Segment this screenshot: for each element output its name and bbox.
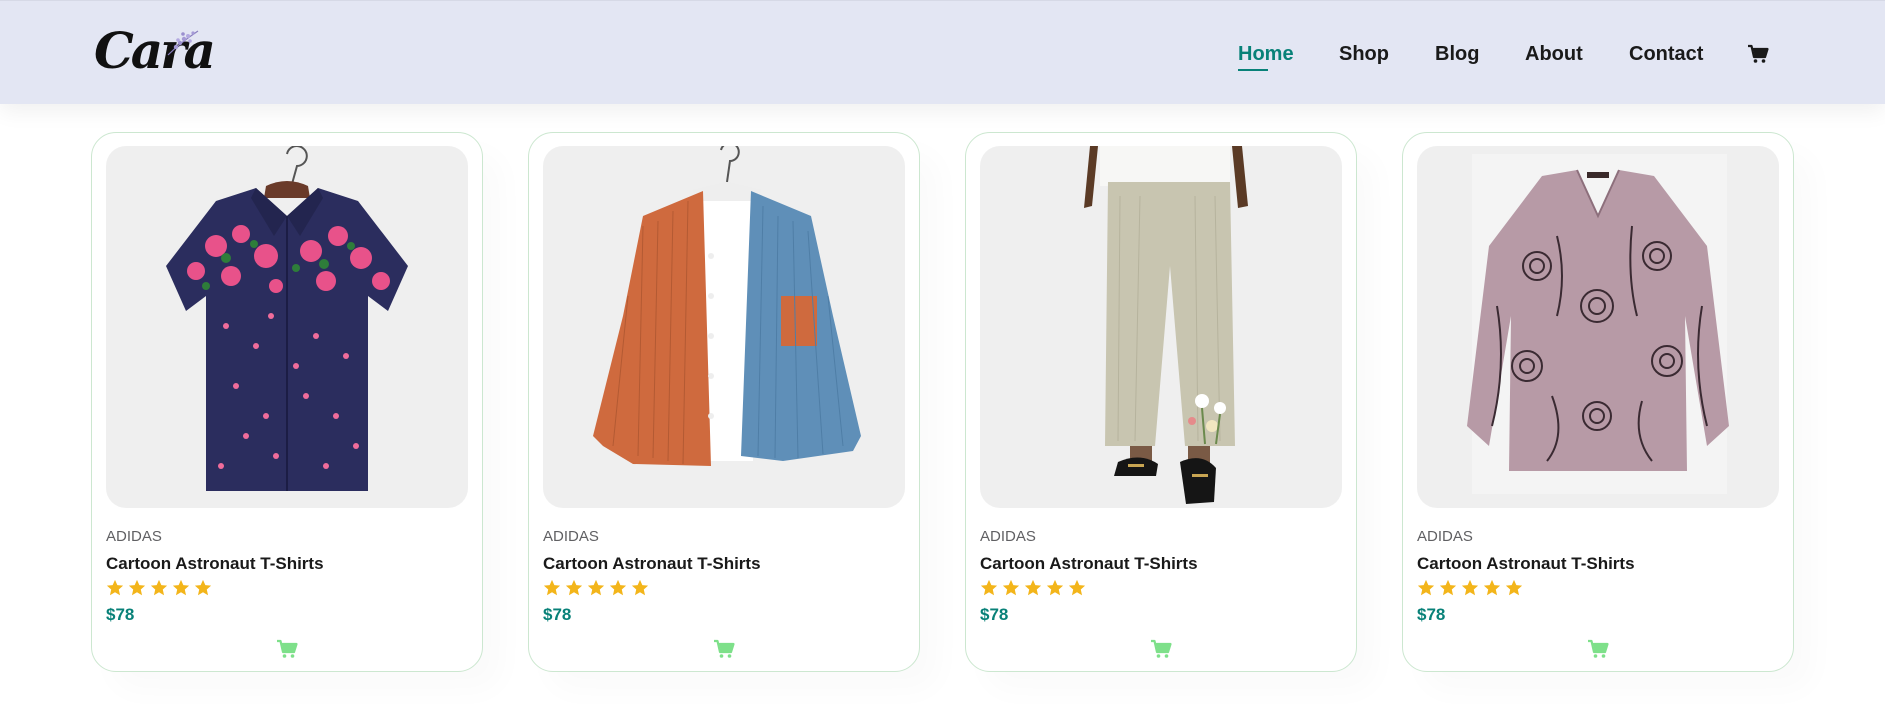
- cart-icon: [1748, 44, 1769, 63]
- star-icon: [194, 579, 212, 596]
- product-card[interactable]: ADIDAS Cartoon Astronaut T-Shirts $78: [91, 132, 483, 672]
- product-title[interactable]: Cartoon Astronaut T-Shirts: [543, 554, 761, 574]
- add-to-cart-button[interactable]: [276, 639, 298, 659]
- star-icon: [587, 579, 605, 596]
- corduroy-shirt-image[interactable]: [543, 146, 905, 508]
- star-icon: [565, 579, 583, 596]
- nav-blog[interactable]: Blog: [1435, 42, 1479, 66]
- site-header: Cara Home Shop Blog About Contact: [0, 0, 1885, 104]
- star-icon: [1417, 579, 1435, 596]
- star-icon: [1461, 579, 1479, 596]
- add-to-cart-button[interactable]: [1150, 639, 1172, 659]
- nav-shop[interactable]: Shop: [1339, 42, 1389, 66]
- star-icon: [543, 579, 561, 596]
- product-price: $78: [1417, 605, 1446, 624]
- product-card[interactable]: ADIDAS Cartoon Astronaut T-Shirts $78: [1402, 132, 1794, 672]
- star-icon: [1505, 579, 1523, 596]
- nav-cart-button[interactable]: [1747, 44, 1769, 64]
- logo[interactable]: Cara: [94, 21, 218, 80]
- linen-pants-image[interactable]: [980, 146, 1342, 508]
- add-to-cart-button[interactable]: [1587, 639, 1609, 659]
- product-title[interactable]: Cartoon Astronaut T-Shirts: [106, 554, 324, 574]
- star-icon: [980, 579, 998, 596]
- floral-shirt-image[interactable]: [106, 146, 468, 508]
- star-icon: [1046, 579, 1064, 596]
- product-price: $78: [980, 605, 1009, 624]
- star-icon: [609, 579, 627, 596]
- star-icon: [106, 579, 124, 596]
- star-icon: [631, 579, 649, 596]
- star-icon: [172, 579, 190, 596]
- star-icon: [128, 579, 146, 596]
- product-brand: ADIDAS: [980, 528, 1036, 545]
- lavender-icon: [167, 30, 199, 56]
- cart-icon: [277, 639, 298, 658]
- product-brand: ADIDAS: [106, 528, 162, 545]
- product-title[interactable]: Cartoon Astronaut T-Shirts: [1417, 554, 1635, 574]
- cart-icon: [1588, 639, 1609, 658]
- star-icon: [1024, 579, 1042, 596]
- cart-icon: [714, 639, 735, 658]
- product-title[interactable]: Cartoon Astronaut T-Shirts: [980, 554, 1198, 574]
- star-icon: [150, 579, 168, 596]
- nav-about[interactable]: About: [1525, 42, 1583, 66]
- product-brand: ADIDAS: [1417, 528, 1473, 545]
- product-price: $78: [543, 605, 572, 624]
- nav-active-underline: [1238, 69, 1268, 71]
- printed-blouse-illustration: [1467, 154, 1729, 494]
- add-to-cart-button[interactable]: [713, 639, 735, 659]
- product-brand: ADIDAS: [543, 528, 599, 545]
- star-icon: [1439, 579, 1457, 596]
- star-icon: [1483, 579, 1501, 596]
- corduroy-shirt-illustration: [593, 146, 861, 466]
- product-card[interactable]: ADIDAS Cartoon Astronaut T-Shirts $78: [528, 132, 920, 672]
- nav-home[interactable]: Home: [1238, 42, 1294, 66]
- nav-contact[interactable]: Contact: [1629, 42, 1703, 66]
- printed-blouse-image[interactable]: [1417, 146, 1779, 508]
- star-icon: [1002, 579, 1020, 596]
- floral-shirt-illustration: [166, 146, 408, 491]
- linen-pants-illustration: [1084, 146, 1248, 504]
- star-icon: [1068, 579, 1086, 596]
- product-card[interactable]: ADIDAS Cartoon Astronaut T-Shirts $78: [965, 132, 1357, 672]
- product-price: $78: [106, 605, 135, 624]
- cart-icon: [1151, 639, 1172, 658]
